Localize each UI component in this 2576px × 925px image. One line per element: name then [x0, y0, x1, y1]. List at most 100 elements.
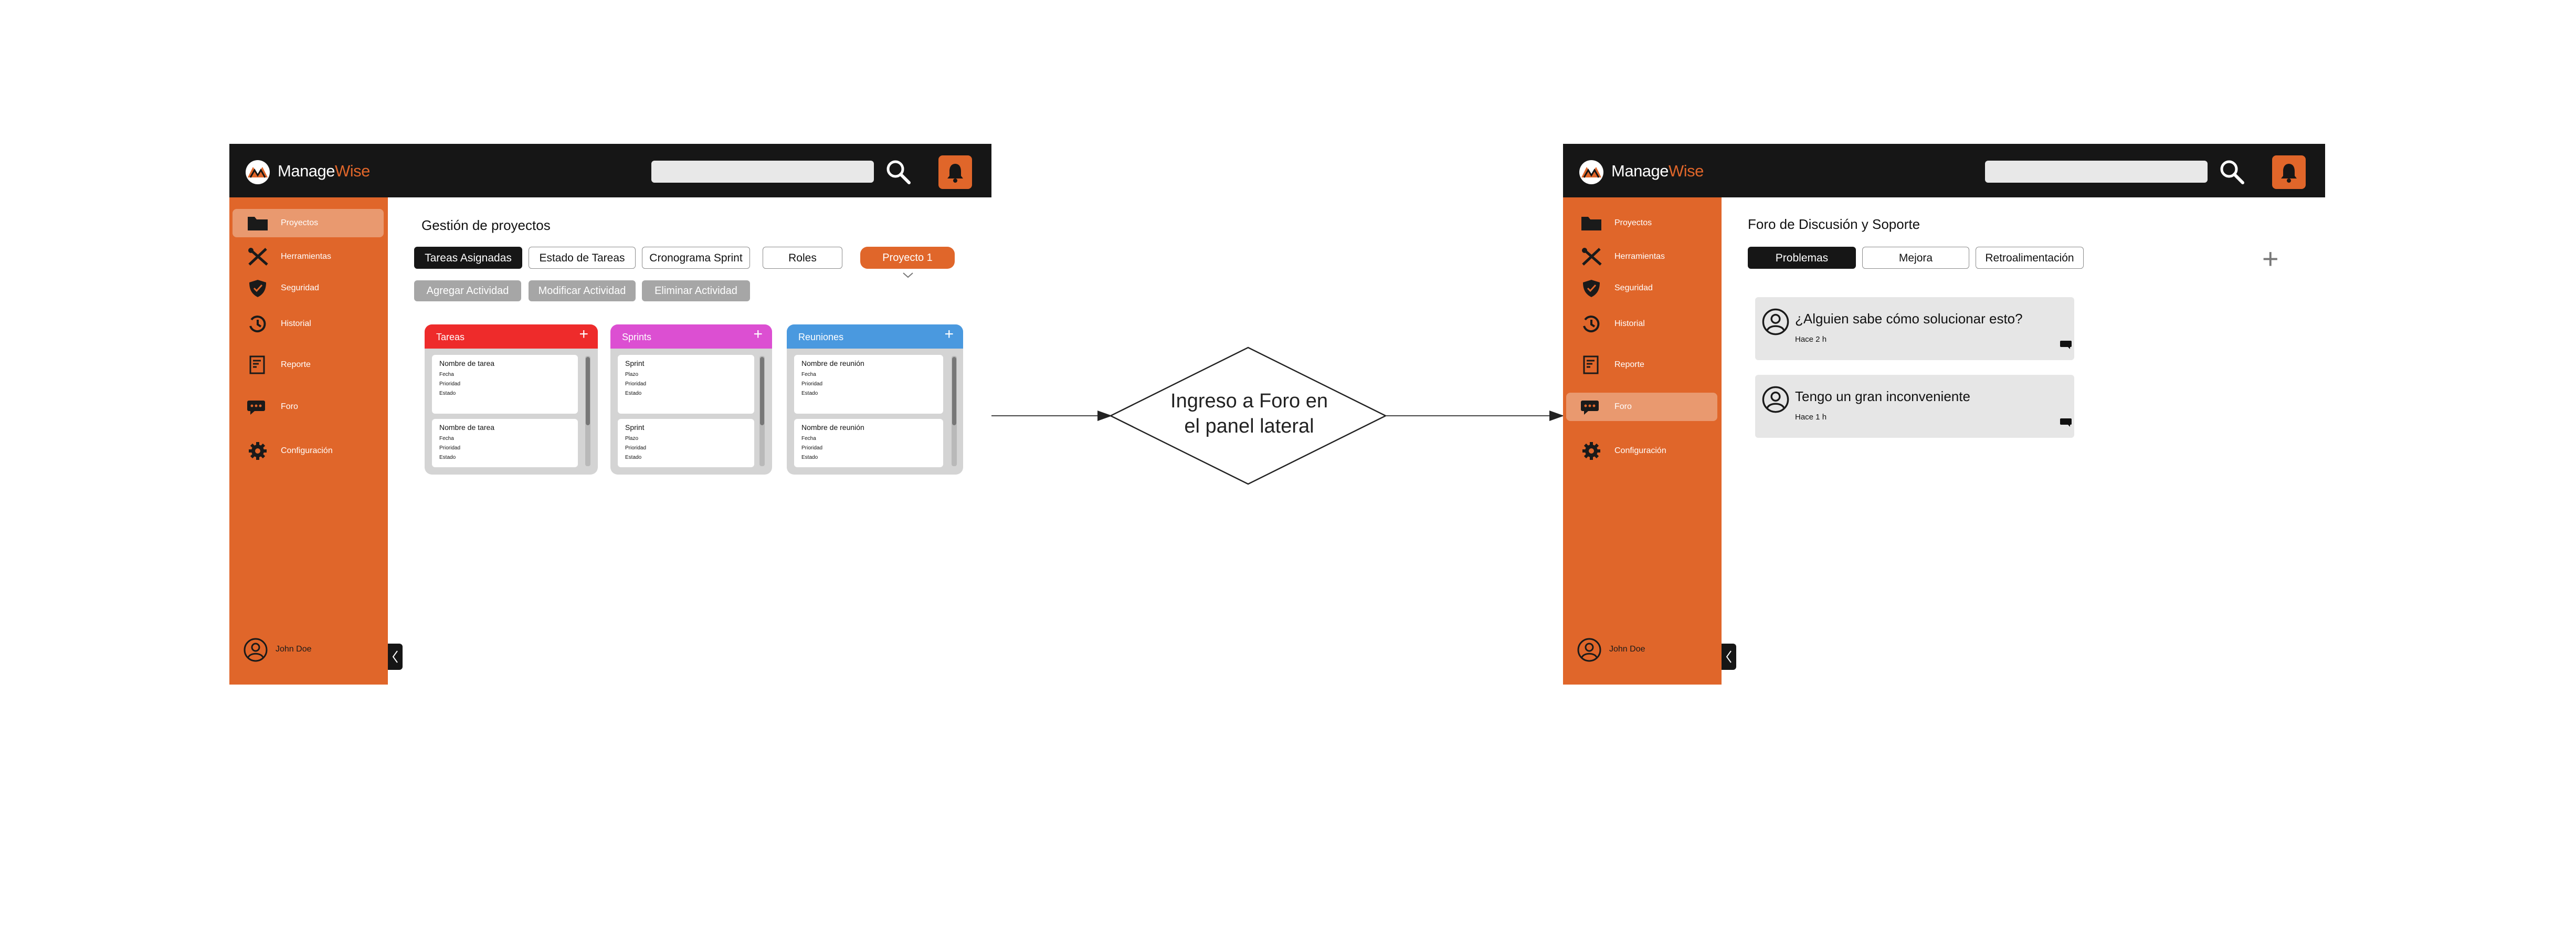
- card-title: Sprint: [625, 359, 645, 367]
- kanban-column-sprints: Sprints + Sprint Plazo Prioridad Estado …: [610, 324, 772, 475]
- card-field: Prioridad: [625, 381, 647, 387]
- sidebar-item-label: Herramientas: [1614, 252, 1665, 261]
- shield-icon: [249, 280, 266, 297]
- collapse-sidebar-button[interactable]: [1722, 644, 1736, 670]
- add-activity-button[interactable]: Agregar Actividad: [414, 280, 521, 301]
- sidebar-item-label: Configuración: [281, 446, 333, 455]
- tab-problemas[interactable]: Problemas: [1748, 247, 1856, 269]
- comment-icon[interactable]: [2060, 418, 2072, 427]
- column-scrollbar[interactable]: [585, 356, 590, 466]
- card-field: Plazo: [625, 436, 639, 442]
- search-icon[interactable]: [884, 157, 912, 186]
- sidebar-item-foro[interactable]: Foro: [1566, 393, 1717, 421]
- column-header: Sprints +: [610, 324, 772, 349]
- sprint-card[interactable]: Sprint Plazo Prioridad Estado: [618, 355, 754, 414]
- column-scrollbar[interactable]: [759, 356, 765, 466]
- tab-tareas-asignadas[interactable]: Tareas Asignadas: [414, 247, 522, 269]
- tools-icon: [1582, 248, 1602, 266]
- bell-icon: [2281, 164, 2297, 183]
- user-profile[interactable]: John Doe: [243, 637, 312, 665]
- column-title: Tareas: [436, 332, 465, 342]
- tools-icon: [248, 248, 268, 266]
- card-field: Plazo: [625, 372, 639, 377]
- search-input[interactable]: [1985, 161, 2208, 183]
- search-icon[interactable]: [2218, 157, 2246, 186]
- sidebar-item-historial[interactable]: Historial: [1566, 310, 1717, 338]
- avatar-icon: [1577, 638, 1601, 662]
- sidebar-item-proyectos[interactable]: Proyectos: [1566, 209, 1717, 237]
- kanban-column-tareas: Tareas + Nombre de tarea Fecha Prioridad…: [425, 324, 598, 475]
- card-field: Estado: [801, 391, 818, 396]
- meeting-card[interactable]: Nombre de reunión Fecha Prioridad Estado: [794, 355, 943, 414]
- chevron-down-icon[interactable]: [902, 272, 914, 278]
- delete-activity-button[interactable]: Eliminar Actividad: [642, 280, 750, 301]
- column-title: Sprints: [622, 332, 652, 342]
- sidebar-item-foro[interactable]: Foro: [233, 393, 384, 421]
- top-bar: ManageWise: [229, 144, 991, 197]
- decision-line-2: el panel lateral: [1184, 415, 1314, 437]
- sidebar-item-label: Configuración: [1614, 446, 1666, 455]
- tab-cronograma-sprint[interactable]: Cronograma Sprint: [642, 247, 750, 269]
- sidebar-item-label: Historial: [281, 319, 311, 328]
- notifications-button[interactable]: [938, 155, 972, 189]
- card-field: Prioridad: [625, 445, 647, 451]
- task-card[interactable]: Nombre de tarea Fecha Prioridad Estado: [432, 355, 578, 414]
- card-field: Estado: [801, 455, 818, 460]
- chevron-left-icon: [1726, 650, 1732, 663]
- card-field: Fecha: [439, 372, 454, 377]
- card-field: Prioridad: [801, 381, 823, 387]
- sidebar-item-configuracion[interactable]: Configuración: [233, 437, 384, 465]
- card-field: Prioridad: [439, 445, 461, 451]
- tab-mejora[interactable]: Mejora: [1862, 247, 1969, 269]
- comment-icon[interactable]: [2060, 340, 2072, 350]
- card-title: Nombre de reunión: [801, 423, 864, 432]
- sidebar-item-reporte[interactable]: Reporte: [233, 351, 384, 379]
- sidebar: Proyectos Herramientas Seguridad Histori…: [229, 197, 388, 685]
- avatar-icon: [1762, 386, 1789, 413]
- search-input[interactable]: [651, 161, 874, 183]
- avatar-icon: [244, 638, 268, 662]
- user-profile[interactable]: John Doe: [1577, 637, 1645, 665]
- sidebar-item-seguridad[interactable]: Seguridad: [233, 274, 384, 302]
- sprint-card[interactable]: Sprint Plazo Prioridad Estado: [618, 419, 754, 467]
- sidebar-item-herramientas[interactable]: Herramientas: [233, 243, 384, 271]
- card-field: Fecha: [801, 436, 816, 442]
- add-sprint-button[interactable]: +: [753, 327, 763, 342]
- modify-activity-button[interactable]: Modificar Actividad: [529, 280, 636, 301]
- tab-roles[interactable]: Roles: [763, 247, 842, 269]
- kanban-column-reuniones: Reuniones + Nombre de reunión Fecha Prio…: [787, 324, 963, 475]
- collapse-sidebar-button[interactable]: [388, 644, 403, 670]
- card-field: Estado: [625, 391, 642, 396]
- forum-post[interactable]: ¿Alguien sabe cómo solucionar esto? Hace…: [1755, 297, 2074, 360]
- sidebar-item-historial[interactable]: Historial: [233, 310, 384, 338]
- add-meeting-button[interactable]: +: [944, 327, 954, 342]
- sidebar-item-label: Proyectos: [1614, 218, 1652, 227]
- column-scrollbar[interactable]: [952, 356, 957, 466]
- post-time: Hace 1 h: [1795, 413, 1827, 422]
- folder-icon: [1581, 217, 1601, 230]
- avatar-icon: [1762, 308, 1789, 335]
- forum-post[interactable]: Tengo un gran inconveniente Hace 1 h: [1755, 375, 2074, 438]
- sidebar-item-herramientas[interactable]: Herramientas: [1566, 243, 1717, 271]
- gear-icon: [249, 442, 267, 460]
- history-icon: [249, 316, 266, 333]
- meeting-card[interactable]: Nombre de reunión Fecha Prioridad Estado: [794, 419, 943, 467]
- sidebar-item-proyectos[interactable]: Proyectos: [233, 209, 384, 237]
- bell-icon: [947, 164, 963, 183]
- add-task-button[interactable]: +: [579, 327, 588, 342]
- tab-retroalimentacion[interactable]: Retroalimentación: [1976, 247, 2084, 269]
- card-field: Fecha: [439, 436, 454, 442]
- project-select[interactable]: Proyecto 1: [860, 247, 955, 269]
- sidebar-item-seguridad[interactable]: Seguridad: [1566, 274, 1717, 302]
- tab-estado-tareas[interactable]: Estado de Tareas: [529, 247, 636, 269]
- sidebar-item-reporte[interactable]: Reporte: [1566, 351, 1717, 379]
- post-text: Tengo un gran inconveniente: [1795, 388, 1970, 404]
- page-title: Foro de Discusión y Soporte: [1748, 216, 1920, 232]
- notifications-button[interactable]: [2272, 155, 2306, 189]
- sidebar-item-configuracion[interactable]: Configuración: [1566, 437, 1717, 465]
- new-post-button[interactable]: +: [2262, 245, 2279, 273]
- task-card[interactable]: Nombre de tarea Fecha Prioridad Estado: [432, 419, 578, 467]
- decision-label: Ingreso a Foro en el panel lateral: [1102, 388, 1396, 439]
- sidebar-item-label: Reporte: [1614, 360, 1644, 369]
- card-field: Prioridad: [801, 445, 823, 451]
